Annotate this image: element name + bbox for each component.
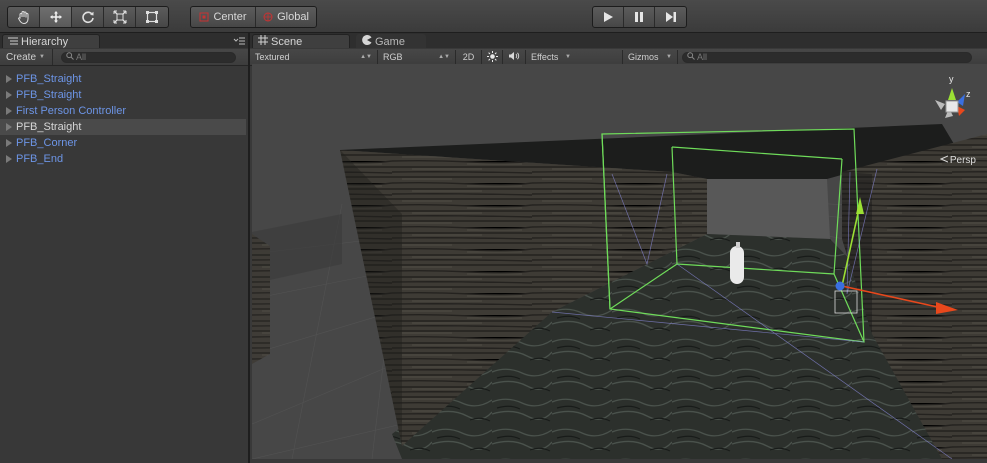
create-label: Create (6, 51, 37, 63)
expand-arrow-icon[interactable] (6, 123, 12, 131)
hierarchy-search-placeholder: All (76, 52, 87, 62)
expand-arrow-icon[interactable] (6, 107, 12, 115)
create-dropdown[interactable]: Create ▼ (6, 49, 53, 65)
projection-toggle[interactable]: Persp (939, 155, 976, 166)
scene-viewport[interactable]: y z Persp (252, 64, 987, 459)
audio-toggle[interactable] (503, 50, 526, 64)
toggle-2d-button[interactable]: 2D (456, 50, 482, 64)
list-item-label: PFB_Straight (16, 73, 82, 85)
tab-hierarchy[interactable]: Hierarchy (2, 34, 100, 48)
chevron-updown-icon: ▲▼ (438, 54, 450, 60)
game-pacman-icon (362, 35, 372, 48)
list-item-label: PFB_Straight (16, 89, 82, 101)
speaker-icon (508, 51, 520, 63)
scene-search-input[interactable]: All (682, 51, 972, 63)
list-item-label: PFB_Straight (16, 121, 82, 133)
chevron-down-icon: ▼ (666, 54, 672, 60)
scale-icon (113, 10, 127, 24)
step-button[interactable] (655, 7, 686, 27)
scene-search-placeholder: All (697, 52, 708, 62)
rotate-tool-button[interactable] (72, 7, 104, 27)
lighting-toggle[interactable] (482, 50, 503, 64)
orientation-gizmo[interactable]: y z (927, 74, 977, 134)
list-item[interactable]: PFB_End (0, 151, 246, 167)
expand-arrow-icon[interactable] (6, 155, 12, 163)
hierarchy-subbar: Create ▼ All (0, 49, 248, 66)
expand-arrow-icon[interactable] (6, 75, 12, 83)
space-global-label: Global (277, 11, 309, 23)
perspective-icon (939, 155, 949, 166)
toggle-2d-label: 2D (462, 52, 475, 62)
hierarchy-search-input[interactable]: All (61, 51, 236, 63)
scene-render[interactable] (252, 64, 987, 459)
chevron-down-icon: ▼ (565, 54, 571, 60)
rect-tool-button[interactable] (136, 7, 168, 27)
scene-grid-icon (258, 35, 268, 48)
move-tool-button[interactable] (40, 7, 72, 27)
tab-scene-label: Scene (271, 35, 303, 48)
render-mode-dropdown[interactable]: Textured ▲▼ (250, 50, 378, 64)
pause-button[interactable] (624, 7, 655, 27)
tab-hierarchy-label: Hierarchy (21, 35, 69, 48)
pause-icon (633, 11, 645, 23)
gizmo-z-label: z (966, 89, 971, 99)
rect-icon (145, 10, 159, 24)
gizmos-dropdown[interactable]: Gizmos ▼ (622, 50, 678, 64)
transform-tools (7, 6, 169, 28)
pivot-center-label: Center (213, 11, 247, 23)
rotate-icon (81, 10, 95, 24)
chevron-down-icon: ▼ (39, 54, 45, 60)
move-arrows-icon (49, 10, 63, 24)
gizmos-label: Gizmos (628, 52, 659, 62)
projection-label: Persp (949, 155, 976, 166)
play-icon (602, 11, 614, 23)
tab-scene[interactable]: Scene (252, 34, 350, 48)
color-mode-label: RGB (383, 52, 403, 62)
search-icon (687, 52, 695, 62)
hand-icon (17, 10, 31, 24)
list-item-label: First Person Controller (16, 105, 127, 117)
corridor-opening (707, 179, 830, 239)
list-item-label: PFB_Corner (16, 137, 78, 149)
tab-game[interactable]: Game (356, 34, 426, 48)
panel-menu-icon[interactable] (233, 36, 245, 49)
hierarchy-list-icon (8, 36, 18, 48)
render-mode-label: Textured (255, 52, 290, 62)
expand-arrow-icon[interactable] (6, 139, 12, 147)
chevron-updown-icon: ▲▼ (360, 54, 372, 60)
pivot-toggles: Center Global (190, 6, 317, 28)
scene-panel: Scene Game Textured ▲▼ RGB ▲▼ 2D Effects… (250, 33, 987, 463)
hierarchy-panel: Hierarchy Create ▼ All PFB_Straight PFB_… (0, 33, 250, 463)
effects-label: Effects (531, 52, 559, 62)
pivot-center-button[interactable]: Center (191, 7, 256, 27)
playback-controls (592, 6, 687, 28)
sun-icon (486, 50, 498, 64)
list-item[interactable]: PFB_Corner (0, 135, 246, 151)
list-item-label: PFB_End (16, 153, 64, 165)
scale-tool-button[interactable] (104, 7, 136, 27)
list-item[interactable]: PFB_Straight (0, 87, 246, 103)
space-global-button[interactable]: Global (256, 7, 316, 27)
expand-arrow-icon[interactable] (6, 91, 12, 99)
hand-tool-button[interactable] (8, 7, 40, 27)
play-button[interactable] (593, 7, 624, 27)
tab-game-label: Game (375, 35, 405, 48)
global-space-icon (263, 12, 273, 22)
step-icon (665, 11, 677, 23)
left-wall-fragment (252, 234, 270, 364)
list-item-selected[interactable]: PFB_Straight (0, 119, 246, 135)
color-mode-dropdown[interactable]: RGB ▲▼ (378, 50, 456, 64)
list-item[interactable]: PFB_Straight (0, 71, 246, 87)
main-toolbar: Center Global (0, 0, 987, 33)
scene-tabbar: Scene Game (250, 33, 987, 48)
list-item[interactable]: First Person Controller (0, 103, 246, 119)
pivot-center-icon (199, 12, 209, 22)
hierarchy-tabbar: Hierarchy (0, 33, 248, 48)
player-capsule (730, 242, 744, 284)
gizmo-y-label: y (949, 74, 954, 84)
effects-dropdown[interactable]: Effects ▼ (526, 50, 576, 64)
search-icon (66, 52, 74, 62)
